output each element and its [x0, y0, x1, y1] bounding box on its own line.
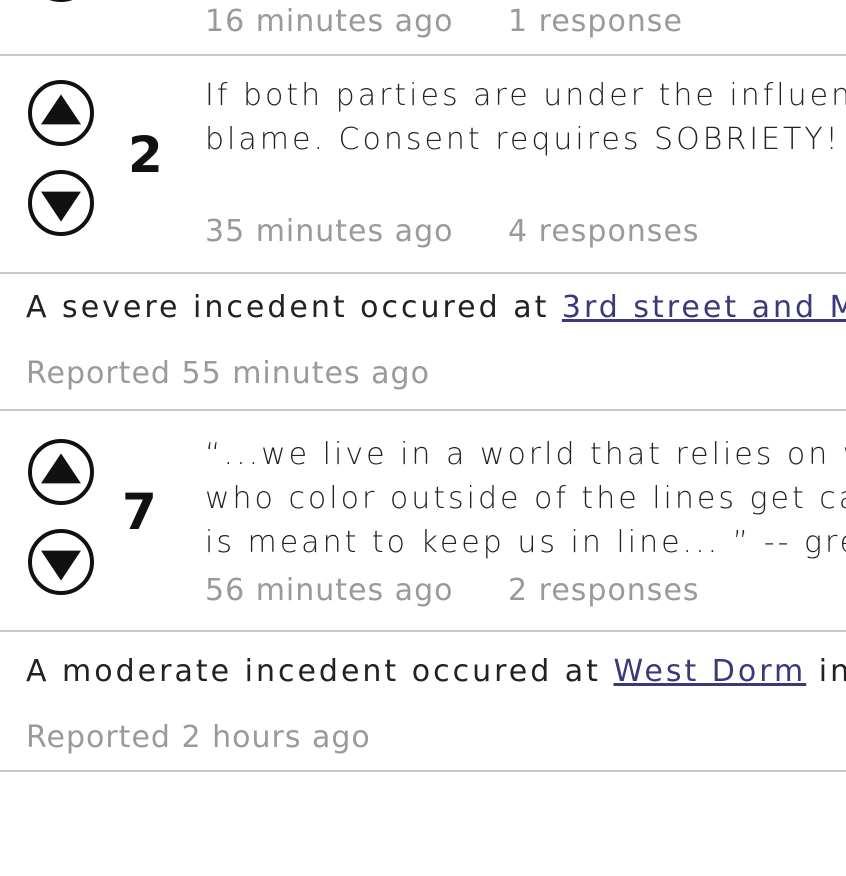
post-meta: 35 minutes ago 4 responses — [205, 214, 700, 249]
post-responses-link[interactable]: 2 responses — [508, 573, 700, 608]
incident-card: A moderate incedent occured at West Dorm… — [0, 632, 846, 772]
incident-location-link[interactable]: West Dorm — [613, 654, 806, 689]
post-card: 2 If both parties are under the influenc… — [0, 54, 846, 274]
upvote-arrow-icon — [41, 453, 81, 484]
post-body-line: is meant to keep us in line... ” -- grea… — [205, 525, 846, 560]
post-score: 7 — [122, 483, 157, 541]
downvote-arrow-icon — [41, 191, 81, 222]
post-responses-link[interactable]: 4 responses — [508, 214, 700, 249]
incident-prefix: A moderate incedent occured at — [26, 654, 614, 689]
incident-reported: Reported 55 minutes ago — [26, 356, 430, 391]
post-card: 7 “...we live in a world that relies on … — [0, 411, 846, 632]
post-body-line: If both parties are under the influence,… — [205, 78, 846, 113]
post-score: 2 — [128, 126, 163, 184]
post-body: If both parties are under the influence,… — [205, 74, 846, 162]
post-body: “...we live in a world that relies on wo… — [205, 433, 846, 565]
post-meta: 56 minutes ago 2 responses — [205, 573, 700, 608]
incident-prefix: A severe incedent occured at — [26, 290, 562, 325]
downvote-arrow-icon — [41, 550, 81, 581]
post-timestamp: 35 minutes ago — [205, 214, 454, 249]
upvote-arrow-icon — [41, 94, 81, 125]
post-meta: 16 minutes ago 1 response — [205, 4, 683, 39]
downvote-button[interactable] — [28, 0, 94, 2]
post-timestamp: 56 minutes ago — [205, 573, 454, 608]
downvote-button[interactable] — [28, 529, 94, 595]
downvote-button[interactable] — [28, 170, 94, 236]
incident-location-link[interactable]: 3rd street and Market — [562, 290, 846, 325]
incident-description: A moderate incedent occured at West Dorm… — [26, 654, 846, 689]
upvote-button[interactable] — [28, 80, 94, 146]
post-body-line: who color outside of the lines get calle… — [205, 481, 846, 516]
post-timestamp: 16 minutes ago — [205, 4, 454, 39]
upvote-button[interactable] — [28, 439, 94, 505]
feed: 16 minutes ago 1 response 2 If both part… — [0, 0, 846, 876]
incident-description: A severe incedent occured at 3rd street … — [26, 290, 846, 325]
incident-suffix: in Pomon — [818, 654, 846, 689]
incident-card: A severe incedent occured at 3rd street … — [0, 274, 846, 411]
incident-reported: Reported 2 hours ago — [26, 720, 371, 755]
post-card: 16 minutes ago 1 response — [0, 0, 846, 56]
post-body-line: “...we live in a world that relies on wo… — [205, 437, 846, 472]
post-body-line: blame. Consent requires SOBRIETY! — [205, 122, 841, 157]
post-responses-link[interactable]: 1 response — [508, 4, 683, 39]
